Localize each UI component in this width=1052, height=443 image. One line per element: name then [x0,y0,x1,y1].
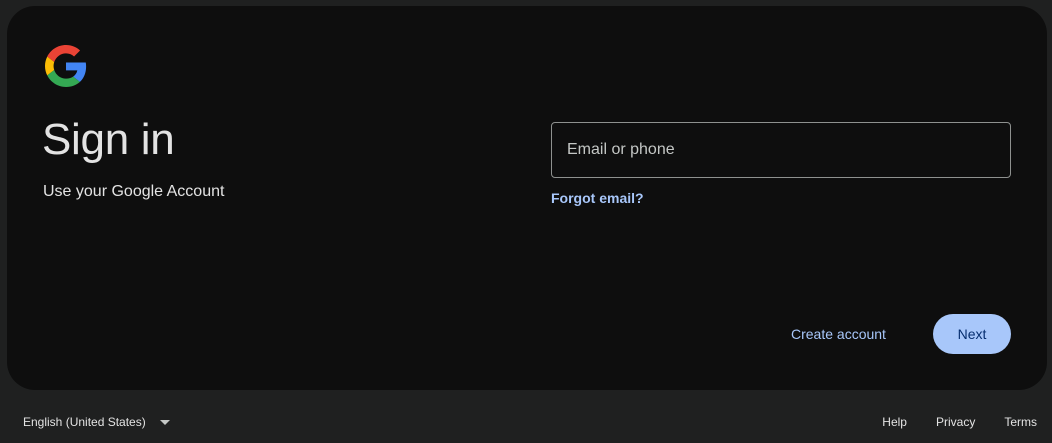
page-title: Sign in [42,115,175,164]
caret-down-icon [159,419,170,425]
privacy-link[interactable]: Privacy [929,415,982,429]
footer: English (United States) Help Privacy Ter… [0,402,1052,443]
language-selector[interactable]: English (United States) [14,408,178,436]
signin-card: Sign in Use your Google Account Forgot e… [7,6,1047,390]
language-label: English (United States) [23,415,146,429]
google-logo-icon [45,45,87,87]
email-field-container [551,122,1011,178]
forgot-email-link[interactable]: Forgot email? [551,188,644,208]
create-account-button[interactable]: Create account [779,314,898,354]
terms-link[interactable]: Terms [997,415,1044,429]
footer-links: Help Privacy Terms [860,408,1044,436]
email-field[interactable] [552,123,1010,177]
next-button[interactable]: Next [933,314,1011,354]
page-subtitle: Use your Google Account [43,183,225,200]
help-link[interactable]: Help [875,415,914,429]
